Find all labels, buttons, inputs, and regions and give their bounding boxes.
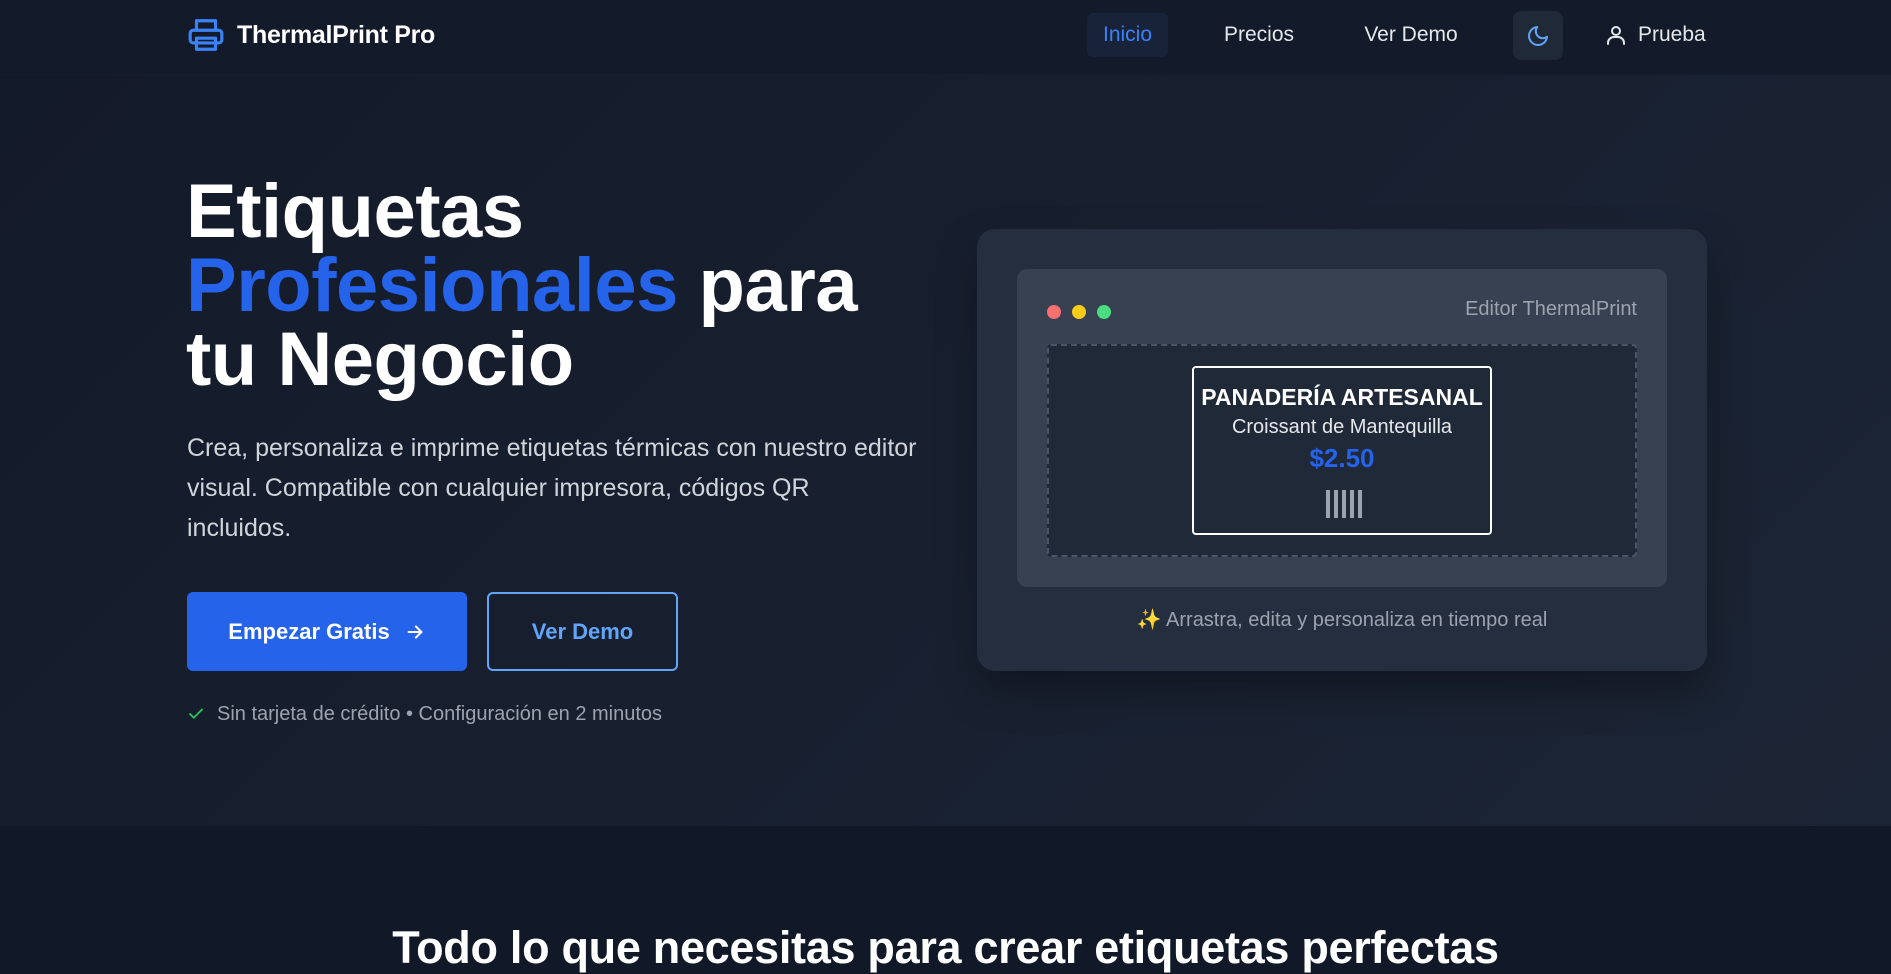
label-price: $2.50 — [1309, 443, 1375, 473]
window-close-dot — [1047, 305, 1061, 319]
features-title: Todo lo que necesitas para crear etiquet… — [392, 922, 1499, 973]
barcode-icon — [1326, 490, 1362, 518]
features-section: Todo lo que necesitas para crear etiquet… — [0, 826, 1891, 973]
check-icon — [189, 708, 203, 719]
label-store-name: PANADERÍA ARTESANAL — [1201, 384, 1483, 410]
nav-link-inicio[interactable]: Inicio — [1087, 13, 1168, 57]
window-maximize-dot — [1097, 305, 1111, 319]
label-product-name: Croissant de Mantequilla — [1231, 416, 1453, 438]
printer-icon — [188, 19, 224, 51]
headline-part-3: tu Negocio — [186, 317, 574, 402]
editor-window: Editor ThermalPrint PANADERÍA ARTESANAL … — [1017, 269, 1667, 587]
brand-name: ThermalPrint Pro — [237, 20, 436, 49]
brand-logo[interactable]: ThermalPrint Pro — [187, 16, 435, 54]
user-menu-button[interactable]: Prueba — [1604, 13, 1706, 57]
theme-toggle-button[interactable] — [1513, 11, 1563, 60]
nav-link-precios[interactable]: Precios — [1206, 13, 1312, 57]
window-minimize-dot — [1072, 305, 1086, 319]
hero-section: Etiquetas Profesionales para tu Negocio … — [0, 75, 1891, 826]
editor-window-title: Editor ThermalPrint — [1465, 298, 1637, 320]
arrow-right-icon — [407, 624, 423, 639]
start-free-label: Empezar Gratis — [228, 618, 390, 644]
user-icon — [1607, 26, 1625, 45]
signup-note: Sin tarjeta de crédito • Configuración e… — [187, 700, 662, 728]
navbar: ThermalPrint Pro Inicio Precios Ver Demo… — [0, 0, 1891, 75]
nav-link-ver-demo[interactable]: Ver Demo — [1352, 13, 1470, 57]
start-free-button[interactable]: Empezar Gratis — [187, 592, 467, 671]
hero-subtext: Crea, personaliza e imprime etiquetas té… — [187, 434, 917, 542]
hero-headline: Etiquetas Profesionales para tu Negocio — [186, 174, 946, 398]
view-demo-button[interactable]: Ver Demo — [487, 592, 678, 671]
user-name: Prueba — [1638, 23, 1706, 46]
moon-icon — [1528, 25, 1548, 46]
headline-accent: Profesionales — [186, 243, 678, 328]
signup-note-text: Sin tarjeta de crédito • Configuración e… — [217, 702, 663, 725]
thermal-label-preview[interactable]: PANADERÍA ARTESANAL Croissant de Mantequ… — [1192, 366, 1492, 535]
editor-preview-card: Editor ThermalPrint PANADERÍA ARTESANAL … — [977, 229, 1707, 671]
editor-preview-caption: ✨ Arrastra, edita y personaliza en tiemp… — [1136, 609, 1548, 631]
headline-part-1: Etiquetas — [186, 169, 524, 254]
headline-part-2: para — [698, 243, 858, 328]
editor-canvas[interactable]: PANADERÍA ARTESANAL Croissant de Mantequ… — [1047, 344, 1637, 557]
